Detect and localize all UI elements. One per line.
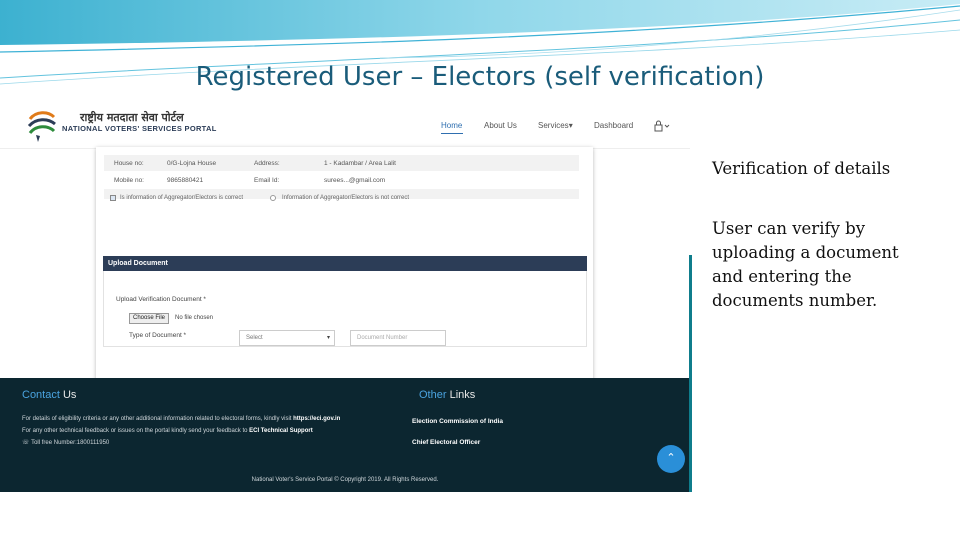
nav-active-indicator <box>441 133 463 134</box>
nav-about-us[interactable]: About Us <box>484 121 517 130</box>
choose-file-button[interactable]: Choose File <box>129 313 169 324</box>
footer-feedback-text: For any other technical feedback or issu… <box>22 428 313 434</box>
option-incorrect-label: Information of Aggregator/Electors is no… <box>282 195 410 201</box>
verification-card: House no: 0/G-Lojna House Address: 1 - K… <box>96 147 593 395</box>
footer-eligibility-text: For details of eligibility criteria or a… <box>22 416 341 422</box>
side-description: User can verify by uploading a document … <box>712 217 942 313</box>
info-label: Address: <box>254 160 280 167</box>
option-correct-label: Is information of Aggregator/Electors is… <box>120 195 244 201</box>
election-commission-link[interactable]: Election Commission of India <box>412 418 503 425</box>
upload-file-label: Upload Verification Document * <box>116 296 206 303</box>
footer-toll-free: ☏ Toll free Number:1800111950 <box>22 440 110 446</box>
side-line: documents number. <box>712 291 878 310</box>
info-value: 1 - Kadambar / Area Lalit <box>324 160 396 167</box>
chevron-up-icon: ⌃ <box>666 452 676 464</box>
lock-icon[interactable] <box>654 120 670 132</box>
info-label: Email Id: <box>254 177 280 184</box>
info-value: 0/G-Lojna House <box>167 160 217 167</box>
contact-us-heading: Contact Us <box>22 389 77 401</box>
file-status: No file chosen <box>175 315 214 321</box>
side-line: uploading a document <box>712 243 899 262</box>
eci-technical-support-link[interactable]: ECI Technical Support <box>249 428 313 434</box>
header-wave-decoration <box>0 0 960 85</box>
side-heading: Verification of details <box>712 159 891 178</box>
correct-checkbox[interactable] <box>110 195 116 201</box>
info-label: House no: <box>114 160 144 167</box>
side-line: and entering the <box>712 267 852 286</box>
nav-dashboard[interactable]: Dashboard <box>594 121 633 130</box>
doc-type-select-value: Select <box>246 335 263 341</box>
phone-icon: ☏ <box>22 440 30 446</box>
info-value: 9865880421 <box>167 177 204 184</box>
info-row: Mobile no: 9865880421 Email Id: surees..… <box>104 172 579 188</box>
incorrect-radio[interactable] <box>270 195 276 201</box>
eci-logo-icon <box>27 111 56 142</box>
verification-options: Is information of Aggregator/Electors is… <box>108 193 578 205</box>
other-links-heading: Other Links <box>419 389 476 401</box>
portal-navbar: राष्ट्रीय मतदाता सेवा पोर्टल NATIONAL VO… <box>0 103 690 149</box>
scroll-to-top-button[interactable]: ⌃ <box>657 445 685 473</box>
portal-name-english: NATIONAL VOTERS' SERVICES PORTAL <box>62 124 217 133</box>
slide-title: Registered User – Electors (self verific… <box>195 62 765 92</box>
portal-footer: Contact Us Other Links For details of el… <box>0 378 690 492</box>
eci-website-link[interactable]: https://eci.gov.in <box>293 416 340 422</box>
nav-services[interactable]: Services▾ <box>538 121 573 130</box>
info-row: House no: 0/G-Lojna House Address: 1 - K… <box>104 155 579 171</box>
screenshot-edge-line <box>689 255 692 492</box>
document-number-input[interactable]: Document Number <box>350 330 446 346</box>
chevron-down-icon: ▾ <box>568 121 573 130</box>
chief-electoral-officer-link[interactable]: Chief Electoral Officer <box>412 439 480 446</box>
nav-home[interactable]: Home <box>441 121 462 130</box>
upload-document-header: Upload Document <box>103 256 587 271</box>
footer-copyright: National Voter's Service Portal © Copyri… <box>251 477 439 483</box>
chevron-down-icon: ▾ <box>326 335 330 341</box>
portal-screenshot: राष्ट्रीय मतदाता सेवा पोर्टल NATIONAL VO… <box>0 103 690 492</box>
doc-type-label: Type of Document * <box>129 332 187 339</box>
side-line: User can verify by <box>712 219 866 238</box>
info-label: Mobile no: <box>114 177 144 184</box>
portal-name-hindi: राष्ट्रीय मतदाता सेवा पोर्टल <box>80 111 184 124</box>
info-value: surees...@gmail.com <box>324 177 386 184</box>
nav-services-label: Services <box>538 121 569 130</box>
doc-type-select[interactable]: Select ▾ <box>239 330 335 346</box>
